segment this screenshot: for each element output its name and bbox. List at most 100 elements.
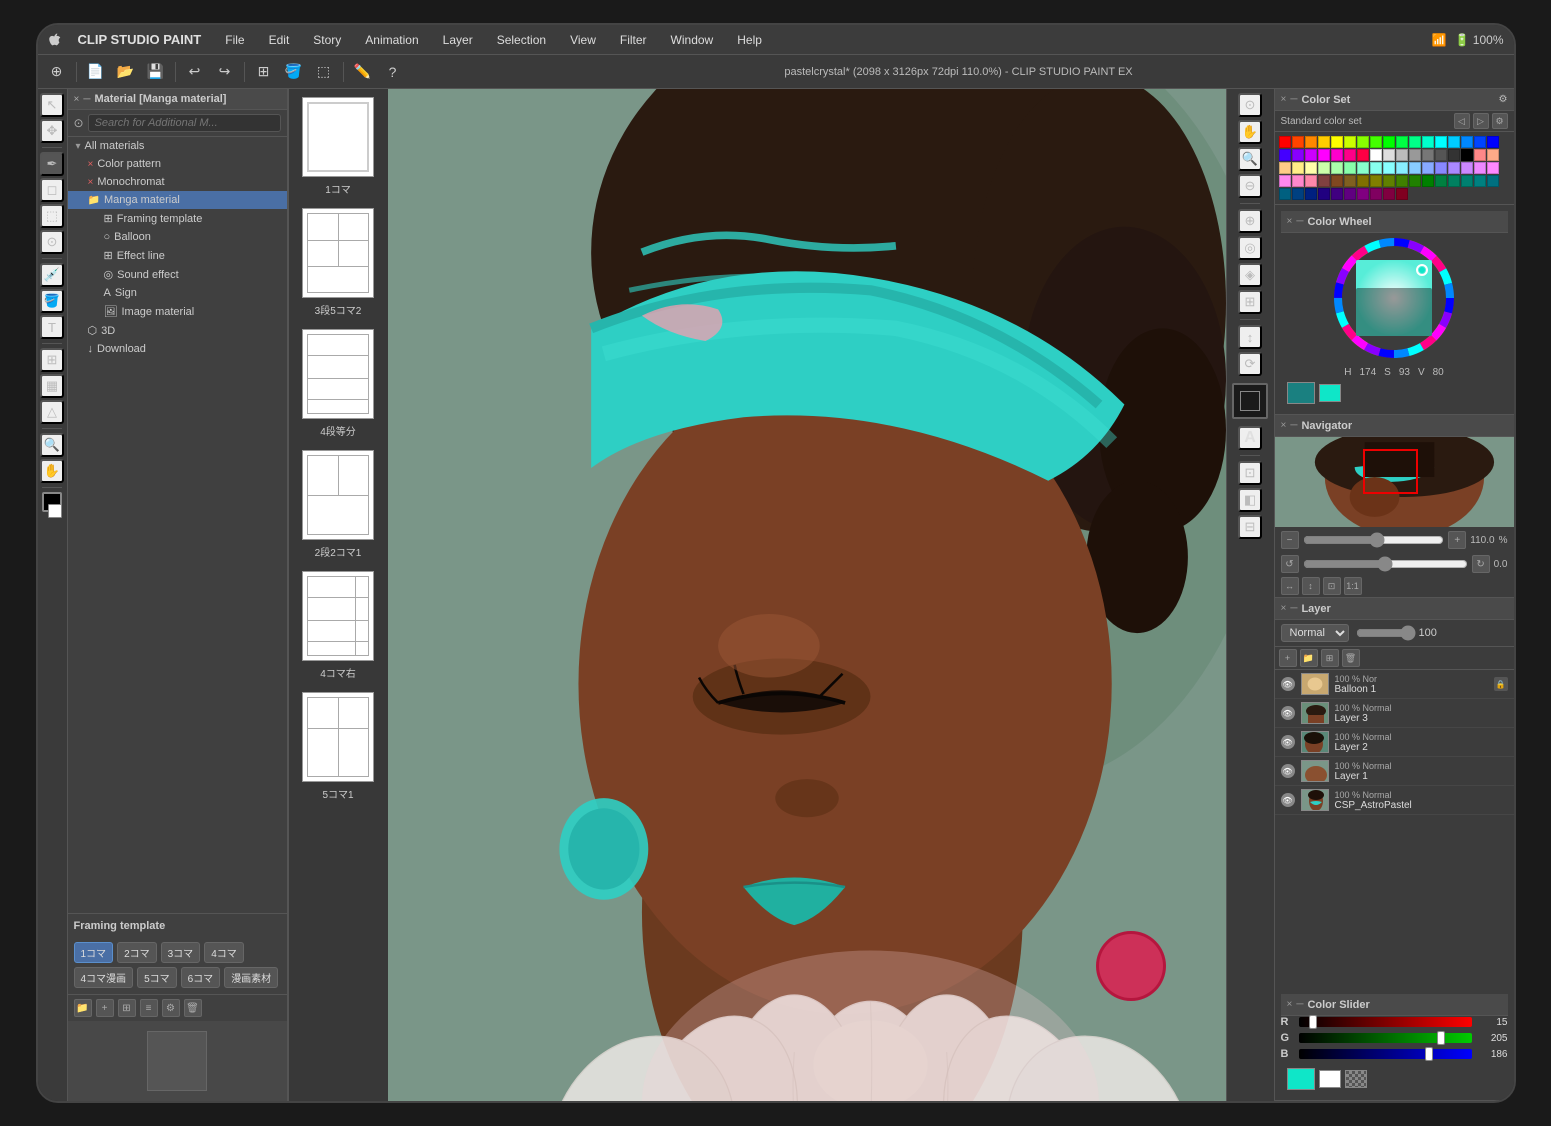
- color-set-next[interactable]: ▷: [1473, 113, 1489, 129]
- nav-zoom-slider[interactable]: [1303, 532, 1445, 548]
- color-swatch-44[interactable]: [1409, 162, 1421, 174]
- layer-row-layer1[interactable]: 👁 100 % Normal Layer 1: [1275, 757, 1514, 786]
- color-swatch-59[interactable]: [1383, 175, 1395, 187]
- color-swatch-0[interactable]: [1279, 136, 1291, 148]
- tool-sub-zoom-in[interactable]: 🔍: [1238, 147, 1262, 171]
- color-swatch-27[interactable]: [1409, 149, 1421, 161]
- layer-row-csp[interactable]: 👁 100 % Normal: [1275, 786, 1514, 815]
- color-swatch-69[interactable]: [1292, 188, 1304, 200]
- color-swatch-68[interactable]: [1279, 188, 1291, 200]
- color-swatch-23[interactable]: [1357, 149, 1369, 161]
- tool-eyedrop[interactable]: 💉: [40, 263, 64, 287]
- color-set-settings[interactable]: ⚙: [1492, 113, 1508, 129]
- add-folder-btn[interactable]: +: [96, 999, 114, 1017]
- framing-btn-5koma[interactable]: 5コマ: [137, 967, 177, 988]
- color-swatch-5[interactable]: [1344, 136, 1356, 148]
- color-swatch-21[interactable]: [1331, 149, 1343, 161]
- tool-move[interactable]: ✥: [40, 119, 64, 143]
- color-swatch-15[interactable]: [1474, 136, 1486, 148]
- undo-btn[interactable]: ↩: [182, 59, 208, 85]
- color-swatch-77[interactable]: [1396, 188, 1408, 200]
- menu-edit[interactable]: Edit: [265, 31, 294, 49]
- layer-eye-csp[interactable]: 👁: [1281, 793, 1295, 807]
- color-swatch-50[interactable]: [1487, 162, 1499, 174]
- tree-item-effect-line[interactable]: ⊞ Effect line: [68, 246, 287, 265]
- layer-lock-balloon1[interactable]: 🔒: [1494, 677, 1508, 691]
- layer-blend-select[interactable]: Normal Multiply Screen Overlay: [1281, 624, 1349, 642]
- color-wheel-min[interactable]: ─: [1296, 216, 1303, 227]
- tool-sub-9[interactable]: ⊡: [1238, 461, 1262, 485]
- menu-help[interactable]: Help: [733, 31, 766, 49]
- color-swatch-40[interactable]: [1357, 162, 1369, 174]
- grid-btn[interactable]: ⊞: [118, 999, 136, 1017]
- menu-filter[interactable]: Filter: [616, 31, 651, 49]
- layer-eye-balloon1[interactable]: 👁: [1281, 677, 1295, 691]
- color-swatch-71[interactable]: [1318, 188, 1330, 200]
- color-swatch-43[interactable]: [1396, 162, 1408, 174]
- layer-row-balloon1[interactable]: 👁 100 % Nor Balloon 1: [1275, 670, 1514, 699]
- color-swatch-38[interactable]: [1331, 162, 1343, 174]
- color-swatch-28[interactable]: [1422, 149, 1434, 161]
- color-set-min[interactable]: ─: [1290, 94, 1297, 105]
- tool-sub-text[interactable]: A: [1238, 426, 1262, 450]
- tool-sub-3[interactable]: ⊕: [1238, 209, 1262, 233]
- tree-item-image-material[interactable]: 🖼 Image material: [68, 302, 287, 321]
- tool-fill[interactable]: 🪣: [40, 289, 64, 313]
- color-swatch-60[interactable]: [1396, 175, 1408, 187]
- layer-opacity-slider[interactable]: [1356, 625, 1416, 641]
- tool-sub-8[interactable]: ⟳: [1238, 352, 1262, 376]
- color-swatch-37[interactable]: [1318, 162, 1330, 174]
- color-swatch-29[interactable]: [1435, 149, 1447, 161]
- color-swatch-12[interactable]: [1435, 136, 1447, 148]
- color-swatch-31[interactable]: [1461, 149, 1473, 161]
- touch-circle[interactable]: [1096, 931, 1166, 1001]
- color-swatch-6[interactable]: [1357, 136, 1369, 148]
- navigator-thumb[interactable]: [1275, 437, 1514, 527]
- color-swatch-25[interactable]: [1383, 149, 1395, 161]
- slider-min[interactable]: ─: [1296, 999, 1303, 1010]
- color-swatch-66[interactable]: [1474, 175, 1486, 187]
- tool-sub-4[interactable]: ◎: [1238, 236, 1262, 260]
- layer-min[interactable]: ─: [1290, 603, 1297, 614]
- nav-min[interactable]: ─: [1290, 420, 1297, 431]
- tool-text[interactable]: T: [40, 315, 64, 339]
- menu-view[interactable]: View: [566, 31, 600, 49]
- wheel-foreground-swatch[interactable]: [1287, 382, 1315, 404]
- csp-logo-btn[interactable]: ⊕: [44, 59, 70, 85]
- layer-merge[interactable]: ⊞: [1321, 649, 1339, 667]
- color-swatch-47[interactable]: [1448, 162, 1460, 174]
- nav-flip-v[interactable]: ↕: [1302, 577, 1320, 595]
- color-swatch-35[interactable]: [1292, 162, 1304, 174]
- color-swatch-46[interactable]: [1435, 162, 1447, 174]
- layer-eye-layer2[interactable]: 👁: [1281, 735, 1295, 749]
- tool-hand[interactable]: ✋: [40, 459, 64, 483]
- thumb-2dan[interactable]: 2段2コマ1: [302, 450, 374, 559]
- color-swatch-36[interactable]: [1305, 162, 1317, 174]
- thumb-4dan[interactable]: 4段等分: [302, 329, 374, 438]
- list-btn[interactable]: ≡: [140, 999, 158, 1017]
- color-swatch-11[interactable]: [1422, 136, 1434, 148]
- framing-btn-2koma[interactable]: 2コマ: [117, 942, 157, 963]
- slider-b-thumb[interactable]: [1425, 1047, 1433, 1061]
- tree-item-sound[interactable]: ◎ Sound effect: [68, 265, 287, 284]
- tool-sub-11[interactable]: ⊟: [1238, 515, 1262, 539]
- tool-sub-7[interactable]: ↕: [1238, 325, 1262, 349]
- color-swatch-61[interactable]: [1409, 175, 1421, 187]
- help-btn[interactable]: ?: [380, 59, 406, 85]
- tool-zoom[interactable]: 🔍: [40, 433, 64, 457]
- color-swatch-58[interactable]: [1370, 175, 1382, 187]
- thumb-3dan[interactable]: 3段5コマ2: [302, 208, 374, 317]
- layer-folder[interactable]: 📁: [1300, 649, 1318, 667]
- color-swatch-8[interactable]: [1383, 136, 1395, 148]
- color-swatch-76[interactable]: [1383, 188, 1395, 200]
- menu-file[interactable]: File: [221, 31, 248, 49]
- wheel-active-swatch[interactable]: [1319, 384, 1341, 402]
- menu-layer[interactable]: Layer: [439, 31, 477, 49]
- color-swatch-19[interactable]: [1305, 149, 1317, 161]
- folder-btn[interactable]: 📁: [74, 999, 92, 1017]
- color-swatch-7[interactable]: [1370, 136, 1382, 148]
- color-wheel-container[interactable]: [1329, 233, 1459, 363]
- nav-close[interactable]: ×: [1281, 420, 1287, 431]
- color-swatch-2[interactable]: [1305, 136, 1317, 148]
- layer-close[interactable]: ×: [1281, 603, 1287, 614]
